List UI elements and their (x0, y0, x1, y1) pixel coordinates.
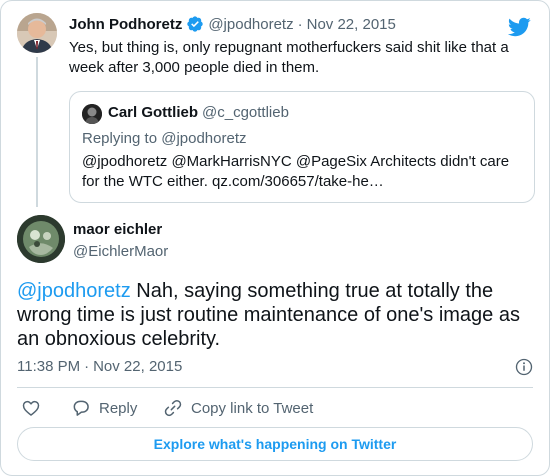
explore-twitter-button[interactable]: Explore what's happening on Twitter (17, 427, 533, 461)
verified-badge-icon (187, 16, 204, 32)
embedded-tweet-card: John Podhoretz @jpodhoretz · Nov 22, 201… (0, 0, 550, 476)
avatar-maor-eichler[interactable] (17, 215, 65, 263)
parent-author-name[interactable]: John Podhoretz (69, 16, 182, 33)
quoted-tweet-text: @jpodhoretz @MarkHarrisNYC @PageSix Arch… (82, 153, 510, 190)
parent-tweet-text: Yes, but thing is, only repugnant mother… (69, 39, 509, 76)
quoted-author-name: Carl Gottlieb (108, 104, 199, 121)
twitter-bird-icon[interactable] (507, 15, 531, 39)
info-icon[interactable] (515, 358, 533, 376)
timestamp[interactable]: 11:38 PM · Nov 22, 2015 (17, 358, 182, 375)
like-button[interactable] (21, 398, 41, 418)
parent-tweet-date[interactable]: Nov 22, 2015 (307, 16, 396, 33)
quoted-tweet-header: Carl Gottlieb @c_cgottlieb (108, 104, 289, 121)
thread-line (36, 57, 38, 207)
link-icon (164, 399, 182, 417)
tweet-date: Nov 22, 2015 (93, 358, 183, 375)
quoted-tweet[interactable]: Carl Gottlieb @c_cgottlieb Replying to @… (69, 91, 535, 203)
quoted-author-handle: @c_cgottlieb (202, 104, 289, 121)
parent-tweet-header: John Podhoretz @jpodhoretz · Nov 22, 201… (69, 15, 396, 33)
reply-label: Reply (99, 399, 138, 417)
parent-author-handle[interactable]: @jpodhoretz (208, 16, 293, 33)
avatar-john-podhoretz[interactable] (17, 13, 57, 53)
reply-button[interactable]: Reply (71, 398, 137, 418)
copy-link-button[interactable]: Copy link to Tweet (163, 398, 313, 418)
main-tweet-text: @jpodhoretz Nah, saying something true a… (17, 279, 535, 351)
replying-to: Replying to @jpodhoretz (82, 130, 247, 147)
separator-dot: · (84, 358, 90, 375)
reply-bubble-icon (73, 400, 89, 416)
mention-link[interactable]: @jpodhoretz (17, 280, 131, 302)
heart-icon (22, 400, 40, 416)
divider (17, 387, 533, 388)
main-author-handle[interactable]: @EichlerMaor (73, 243, 168, 260)
main-author-name[interactable]: maor eichler (73, 221, 162, 238)
tweet-time: 11:38 PM (17, 358, 81, 375)
copy-link-label: Copy link to Tweet (191, 399, 314, 417)
explore-button-label: Explore what's happening on Twitter (153, 436, 397, 452)
avatar-carl-gottlieb (82, 104, 102, 124)
separator-dot: · (297, 15, 303, 33)
